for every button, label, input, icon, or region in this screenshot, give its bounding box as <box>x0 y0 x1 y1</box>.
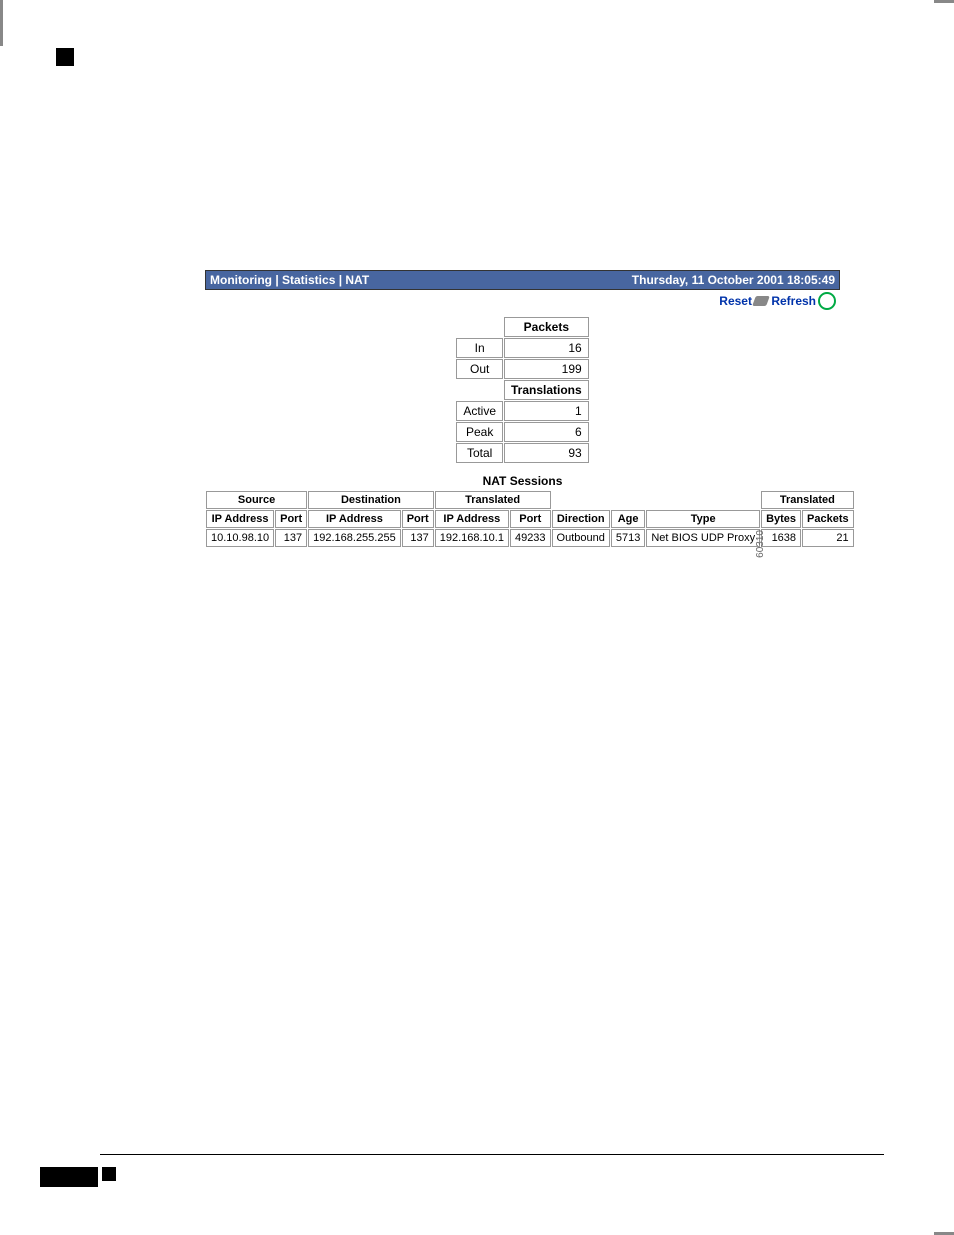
packets-in-value: 16 <box>504 338 589 358</box>
col-tr-port: Port <box>510 510 551 528</box>
page-corner-mark-bl2 <box>102 1167 116 1181</box>
translations-peak-label: Peak <box>456 422 503 442</box>
reset-label: Reset <box>719 294 752 308</box>
cell-src-ip: 10.10.98.10 <box>206 529 274 547</box>
page-corner-mark-tl <box>56 48 74 66</box>
eraser-icon <box>752 296 770 306</box>
col-age: Age <box>611 510 645 528</box>
translations-active-value: 1 <box>504 401 589 421</box>
cell-bytes: 1638 <box>761 529 801 547</box>
cell-dst-port: 137 <box>402 529 434 547</box>
panel-header: Monitoring | Statistics | NAT Thursday, … <box>205 270 840 290</box>
translations-peak-value: 6 <box>504 422 589 442</box>
image-id: 60310 <box>755 530 766 558</box>
packets-header: Packets <box>504 317 589 337</box>
col-dst-ip: IP Address <box>308 510 401 528</box>
translations-total-value: 93 <box>504 443 589 463</box>
cell-src-port: 137 <box>275 529 307 547</box>
col-header-row: IP Address Port IP Address Port IP Addre… <box>206 510 854 528</box>
col-src-ip: IP Address <box>206 510 274 528</box>
refresh-button[interactable]: Refresh <box>771 292 836 310</box>
page-corner-mark-tr <box>0 0 3 24</box>
cell-direction: Outbound <box>552 529 610 547</box>
reset-button[interactable]: Reset <box>719 294 768 308</box>
refresh-label: Refresh <box>771 294 816 308</box>
header-timestamp: Thursday, 11 October 2001 18:05:49 <box>632 273 835 287</box>
breadcrumb: Monitoring | Statistics | NAT <box>210 273 369 287</box>
col-bytes: Bytes <box>761 510 801 528</box>
group-translated: Translated <box>435 491 551 509</box>
page-corner-mark-br <box>0 24 3 46</box>
col-src-port: Port <box>275 510 307 528</box>
cell-tr-port: 49233 <box>510 529 551 547</box>
cell-dst-ip: 192.168.255.255 <box>308 529 401 547</box>
action-row: Reset Refresh <box>205 290 840 312</box>
cell-tr-ip: 192.168.10.1 <box>435 529 509 547</box>
col-packets: Packets <box>802 510 854 528</box>
page-footer-rule <box>100 1154 884 1155</box>
nat-sessions-title: NAT Sessions <box>205 474 840 488</box>
packets-in-label: In <box>456 338 503 358</box>
cell-age: 5713 <box>611 529 645 547</box>
nat-statistics-panel: Monitoring | Statistics | NAT Thursday, … <box>205 270 840 548</box>
group-translated-2: Translated <box>761 491 854 509</box>
refresh-icon <box>818 292 836 310</box>
col-tr-ip: IP Address <box>435 510 509 528</box>
packets-out-label: Out <box>456 359 503 379</box>
col-dst-port: Port <box>402 510 434 528</box>
page-corner-mark-bl <box>40 1167 98 1187</box>
translations-active-label: Active <box>456 401 503 421</box>
cell-packets: 21 <box>802 529 854 547</box>
cell-type: Net BIOS UDP Proxy <box>646 529 760 547</box>
group-header-row: Source Destination Translated Translated <box>206 491 854 509</box>
summary-table: Packets In 16 Out 199 Translations Activ… <box>455 316 589 464</box>
col-type: Type <box>646 510 760 528</box>
packets-out-value: 199 <box>504 359 589 379</box>
translations-total-label: Total <box>456 443 503 463</box>
group-source: Source <box>206 491 307 509</box>
group-destination: Destination <box>308 491 434 509</box>
translations-header: Translations <box>504 380 589 400</box>
col-direction: Direction <box>552 510 610 528</box>
